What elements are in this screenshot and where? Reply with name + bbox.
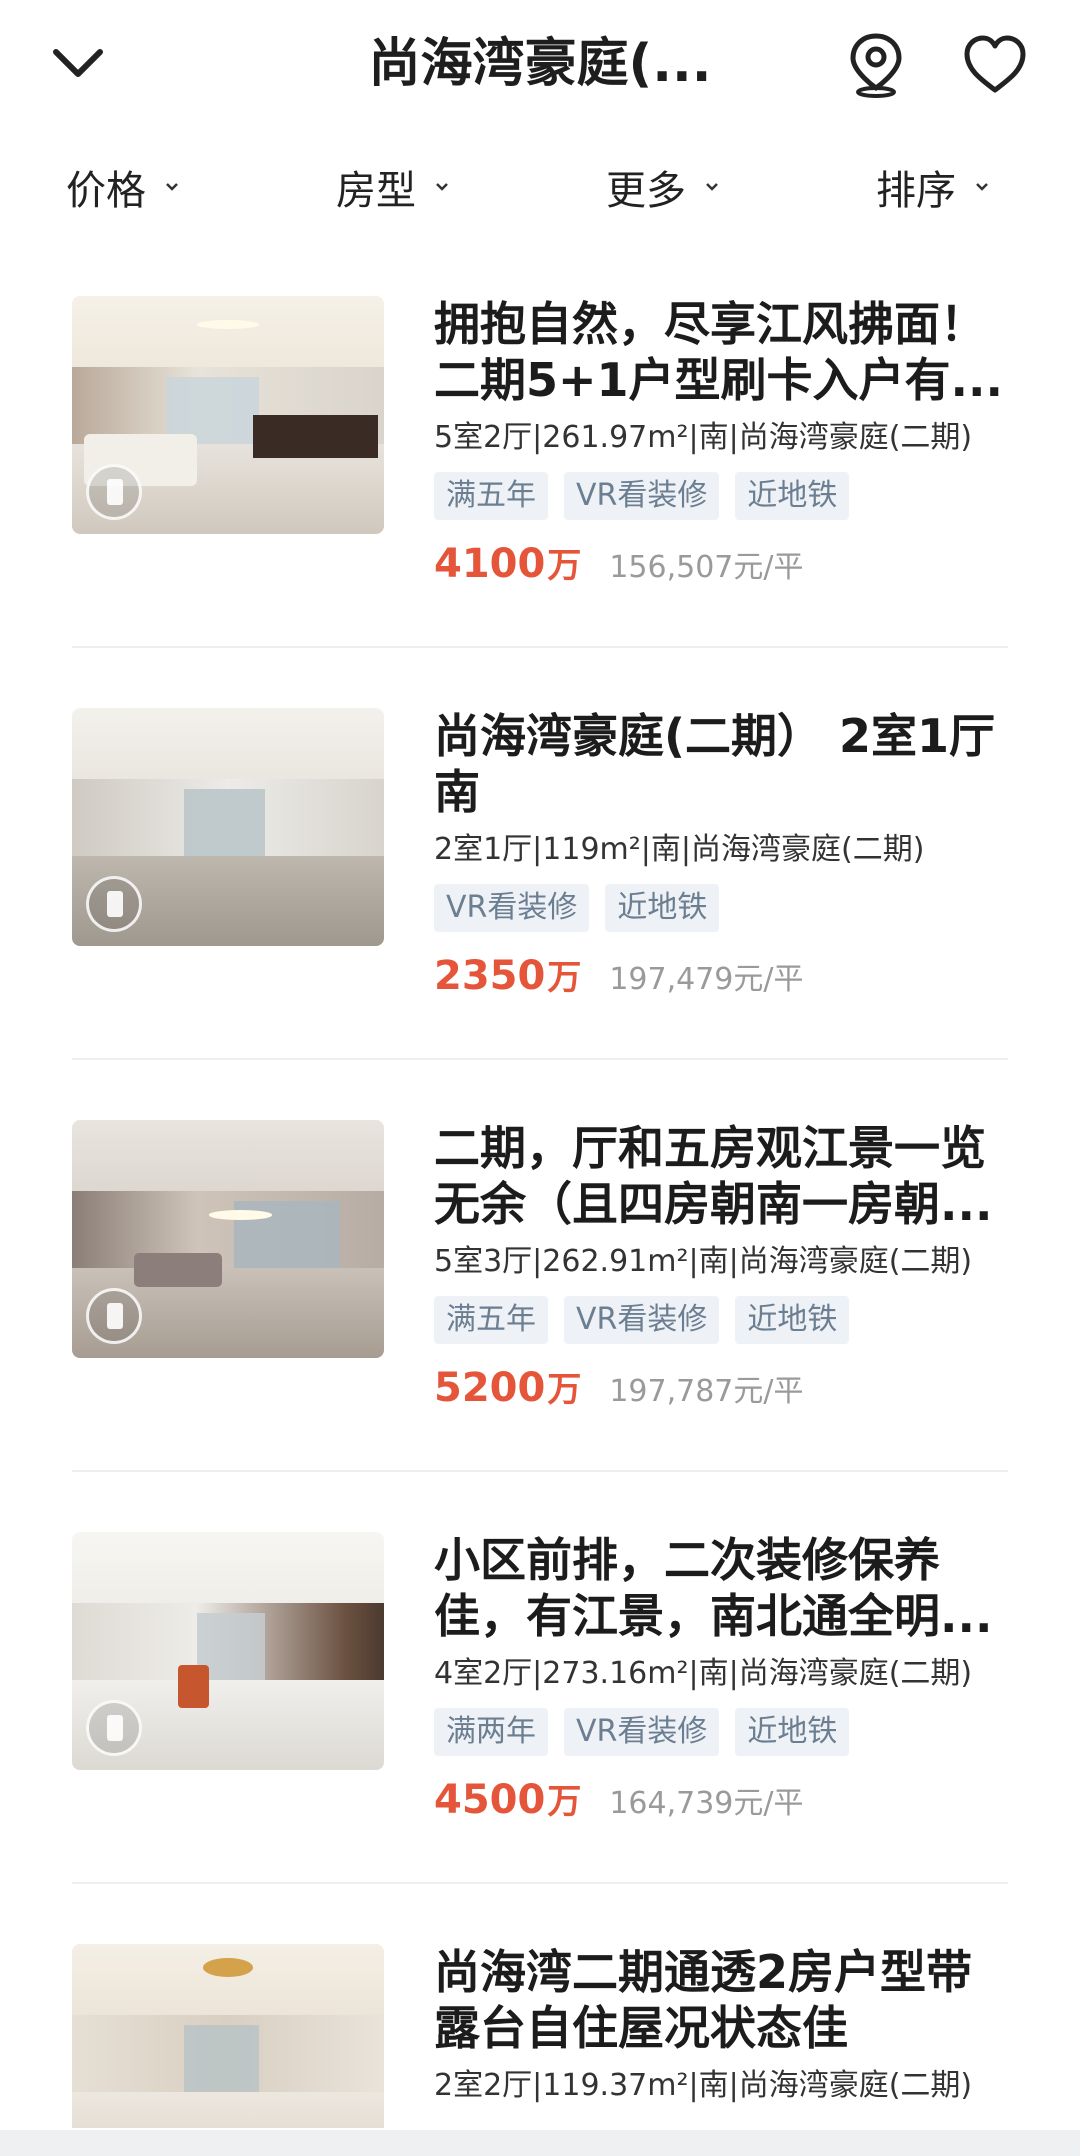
listing-meta: 5室2厅|261.97m²|南|尚海湾豪庭(二期) (434, 420, 973, 455)
divider (72, 1058, 1008, 1060)
tag-row: 满五年 VR看装修 近地铁 (434, 472, 850, 520)
listing-photo (72, 1120, 384, 1358)
divider (72, 1470, 1008, 1472)
listing-card[interactable]: 尚海湾豪庭(二期） 2室1厅 南 2室1厅|119m²|南|尚海湾豪庭(二期) … (72, 662, 1008, 1072)
filter-layout[interactable]: 房型 (336, 152, 450, 222)
filter-label: 房型 (336, 168, 416, 214)
tag-row: 满五年 VR看装修 近地铁 (434, 1296, 850, 1344)
total-price: 4100 (434, 541, 546, 587)
unit-price: 164,739元/平 (609, 1786, 804, 1821)
total-price: 5200 (434, 1365, 546, 1411)
listing-title: 尚海湾二期通透2房户型带 露台自住屋况状态佳 (434, 1945, 973, 2055)
tag: 近地铁 (735, 1708, 850, 1756)
tag: VR看装修 (434, 884, 590, 932)
caret-down-icon (976, 183, 988, 191)
listing-card[interactable]: 小区前排，二次装修保养 佳，有江景，南北通全明... 4室2厅|273.16m²… (72, 1486, 1008, 1896)
vr-icon (86, 1700, 142, 1756)
tag: 近地铁 (735, 472, 850, 520)
listing-photo (72, 708, 384, 946)
price-row: 5200 万 197,787元/平 (434, 1362, 804, 1418)
total-price: 4500 (434, 1777, 546, 1823)
tag: 近地铁 (735, 1296, 850, 1344)
caret-down-icon (166, 183, 178, 191)
listing-title: 拥抱自然，尽享江风拂面！ 二期5+1户型刷卡入户有... (434, 297, 1003, 407)
price-unit: 万 (547, 546, 582, 586)
listing-title: 尚海湾豪庭(二期） 2室1厅 南 (434, 709, 996, 819)
unit-price: 197,479元/平 (609, 962, 804, 997)
tag-row: VR看装修 近地铁 (434, 884, 720, 932)
filter-label: 价格 (66, 168, 146, 214)
page-title: 尚海湾豪庭(... (368, 34, 712, 94)
listing-meta: 2室2厅|119.37m²|南|尚海湾豪庭(二期) (434, 2068, 973, 2103)
chevron-down-icon[interactable] (48, 38, 108, 88)
map-pin-icon[interactable] (846, 30, 906, 100)
tag: 满两年 (434, 1708, 548, 1756)
filter-bar: 价格 房型 更多 排序 (0, 152, 1080, 222)
vr-icon (86, 1288, 142, 1344)
listing-card[interactable]: 二期，厅和五房观江景一览 无余（且四房朝南一房朝... 5室3厅|262.91m… (72, 1074, 1008, 1484)
price-row: 4100 万 156,507元/平 (434, 538, 804, 594)
listing-title: 小区前排，二次装修保养 佳，有江景，南北通全明... (434, 1533, 993, 1643)
price-unit: 万 (547, 1782, 582, 1822)
listing-photo (72, 296, 384, 534)
top-bar: 尚海湾豪庭(... (0, 0, 1080, 130)
filter-price[interactable]: 价格 (66, 152, 180, 222)
price-unit: 万 (547, 1370, 582, 1410)
listing-meta: 5室3厅|262.91m²|南|尚海湾豪庭(二期) (434, 1244, 973, 1279)
caret-down-icon (706, 183, 718, 191)
filter-sort[interactable]: 排序 (876, 152, 990, 222)
caret-down-icon (436, 183, 448, 191)
listing-card[interactable]: 拥抱自然，尽享江风拂面！ 二期5+1户型刷卡入户有... 5室2厅|261.97… (72, 250, 1008, 660)
tag: 满五年 (434, 1296, 548, 1344)
unit-price: 156,507元/平 (609, 550, 804, 585)
price-row: 4500 万 164,739元/平 (434, 1774, 804, 1830)
listing-photo (72, 1944, 384, 2128)
tag: VR看装修 (564, 1296, 720, 1344)
price-row: 2350 万 197,479元/平 (434, 950, 804, 1006)
vr-icon (86, 464, 142, 520)
filter-label: 排序 (876, 168, 956, 214)
unit-price: 197,787元/平 (609, 1374, 804, 1409)
listing-meta: 2室1厅|119m²|南|尚海湾豪庭(二期) (434, 832, 925, 867)
tag: 满五年 (434, 472, 548, 520)
listing-title: 二期，厅和五房观江景一览 无余（且四房朝南一房朝... (434, 1121, 993, 1231)
bottom-edge (0, 2130, 1080, 2156)
tag: VR看装修 (564, 1708, 720, 1756)
divider (72, 1882, 1008, 1884)
price-unit: 万 (547, 958, 582, 998)
tag: 近地铁 (605, 884, 720, 932)
vr-icon (86, 876, 142, 932)
heart-icon[interactable] (962, 34, 1028, 96)
listing-card[interactable]: 尚海湾二期通透2房户型带 露台自住屋况状态佳 2室2厅|119.37m²|南|尚… (72, 1898, 1008, 2128)
listing-photo (72, 1532, 384, 1770)
tag: VR看装修 (564, 472, 720, 520)
total-price: 2350 (434, 953, 546, 999)
listing-meta: 4室2厅|273.16m²|南|尚海湾豪庭(二期) (434, 1656, 973, 1691)
filter-more[interactable]: 更多 (606, 152, 720, 222)
tag-row: 满两年 VR看装修 近地铁 (434, 1708, 850, 1756)
filter-label: 更多 (606, 168, 686, 214)
divider (72, 646, 1008, 648)
